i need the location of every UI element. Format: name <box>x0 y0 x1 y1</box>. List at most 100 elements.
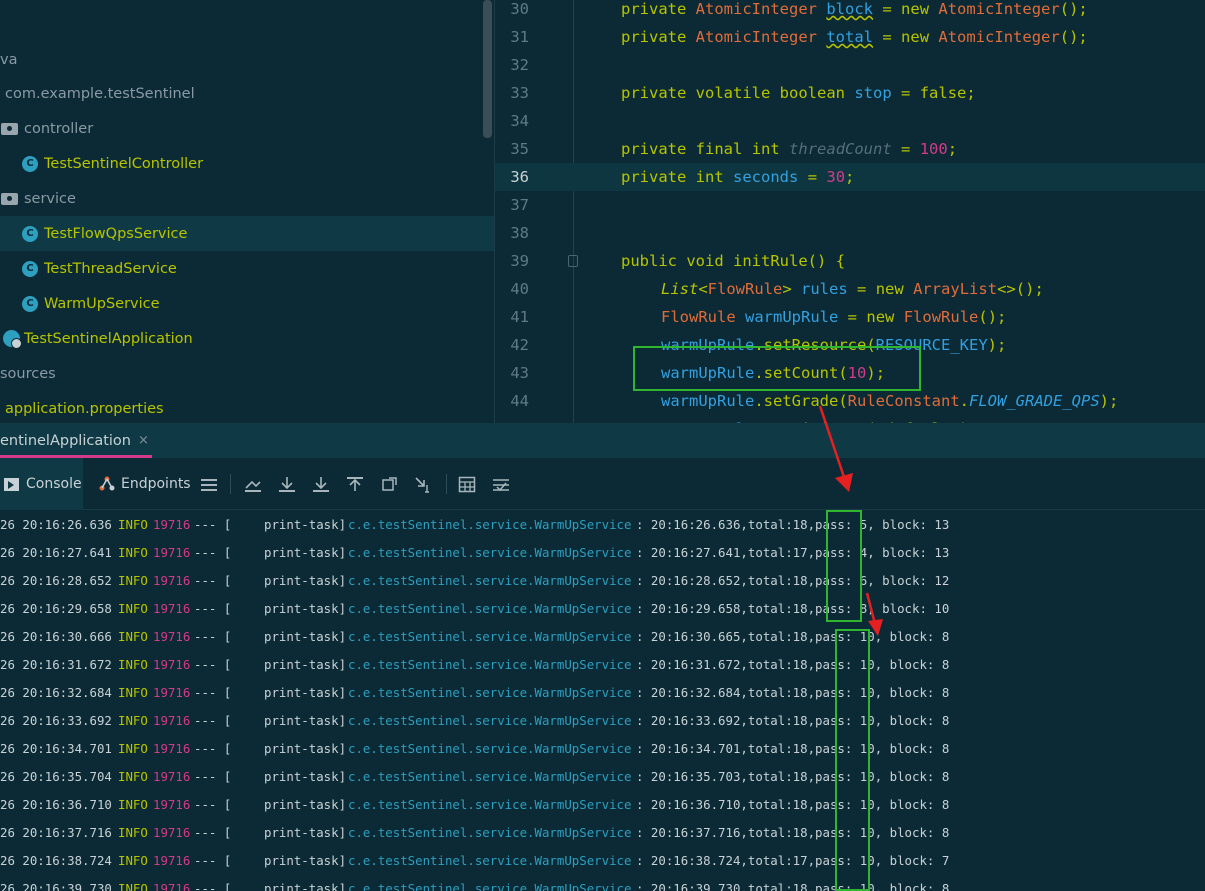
run-config-tab[interactable]: entinelApplication × <box>0 423 149 458</box>
console-icon <box>4 477 19 491</box>
close-icon[interactable]: × <box>138 433 149 448</box>
log-logger[interactable]: c.e.testSentinel.service.WarmUpService <box>348 539 631 567</box>
line-number: 44 <box>510 392 529 410</box>
tree-item-label: TestThreadService <box>44 260 177 277</box>
log-thread: print-task] <box>264 797 347 812</box>
log-level: INFO <box>118 881 148 891</box>
tree-row-warmupservice[interactable]: C WarmUpService <box>0 286 494 321</box>
log-time: 26 20:16:30.666 <box>0 629 112 644</box>
log-logger[interactable]: c.e.testSentinel.service.WarmUpService <box>348 763 631 791</box>
log-thread: print-task] <box>264 601 347 616</box>
tree-row-service-folder[interactable]: service <box>0 181 494 216</box>
up-arrow-icon[interactable] <box>346 476 364 493</box>
code-line-45[interactable]: 45 warmUpRule.setLimitApp("default"); <box>495 415 1205 423</box>
log-level: INFO <box>118 797 148 812</box>
log-logger[interactable]: c.e.testSentinel.service.WarmUpService <box>348 651 631 679</box>
log-level: INFO <box>118 741 148 756</box>
code-line-30[interactable]: 30 private AtomicInteger block = new Atom… <box>495 0 1205 23</box>
log-thread: print-task] <box>264 825 347 840</box>
code-line-41[interactable]: 41 FlowRule warmUpRule = new FlowRule(); <box>495 303 1205 331</box>
log-pid: 19716 <box>153 825 191 840</box>
tree-row-testflowqpsservice[interactable]: C TestFlowQpsService <box>0 216 494 251</box>
scroll-to-end-icon[interactable] <box>244 476 262 493</box>
code-line-37[interactable]: 37 <box>495 191 1205 219</box>
log-level: INFO <box>118 601 148 616</box>
tree-row-resources[interactable]: sources <box>0 356 494 391</box>
log-msg: : 20:16:32.684,total:18,pass: 10, block:… <box>636 685 950 700</box>
tree-row-java[interactable]: va <box>0 42 494 77</box>
log-msg: : 20:16:27.641,total:17,pass: 4, block: … <box>636 545 950 560</box>
tree-row-package[interactable]: com.example.testSentinel <box>0 76 494 111</box>
log-sep: --- [ <box>194 685 232 700</box>
line-number: 32 <box>510 56 529 74</box>
log-msg: : 20:16:35.703,total:18,pass: 10, block:… <box>636 769 950 784</box>
tab-console[interactable]: Console <box>0 458 83 510</box>
log-thread: print-task] <box>264 741 347 756</box>
annotation-box-pass-rampup <box>826 510 862 622</box>
tab-console-label: Console <box>26 476 82 492</box>
tree-row-testthreadservice[interactable]: C TestThreadService <box>0 251 494 286</box>
line-number: 38 <box>510 224 529 242</box>
log-thread: print-task] <box>264 713 347 728</box>
code-line-39[interactable]: 39 public void initRule() { <box>495 247 1205 275</box>
code-text: private int seconds = 30; <box>621 168 855 186</box>
tab-endpoints[interactable]: Endpoints <box>98 458 191 510</box>
code-line-31[interactable]: 31 private AtomicInteger total = new Atom… <box>495 23 1205 51</box>
menu-icon[interactable] <box>200 476 218 493</box>
log-logger[interactable]: c.e.testSentinel.service.WarmUpService <box>348 623 631 651</box>
console-output[interactable]: 26 20:16:26.636 INFO 19716 --- [print-task]… <box>0 511 1205 891</box>
code-line-36[interactable]: 36 private int seconds = 30; <box>495 163 1205 191</box>
log-logger[interactable]: c.e.testSentinel.service.WarmUpService <box>348 595 631 623</box>
code-text: private final int threadCount = 100; <box>621 140 958 158</box>
log-msg: : 20:16:36.710,total:18,pass: 10, block:… <box>636 797 950 812</box>
move-cursor-icon[interactable] <box>414 476 432 493</box>
log-time: 26 20:16:35.704 <box>0 769 112 784</box>
down-arrow-icon[interactable] <box>312 476 330 493</box>
code-line-38[interactable]: 38 <box>495 219 1205 247</box>
restore-layout-icon[interactable] <box>380 476 398 493</box>
log-time: 26 20:16:39.730 <box>0 881 112 891</box>
code-line-35[interactable]: 35 private final int threadCount = 100; <box>495 135 1205 163</box>
log-thread: print-task] <box>264 629 347 644</box>
log-sep: --- [ <box>194 825 232 840</box>
table-icon[interactable] <box>458 476 476 493</box>
log-logger[interactable]: c.e.testSentinel.service.WarmUpService <box>348 875 631 891</box>
download-icon[interactable] <box>278 476 296 493</box>
log-logger[interactable]: c.e.testSentinel.service.WarmUpService <box>348 567 631 595</box>
log-line: 26 20:16:35.704 INFO 19716 --- [print-task]… <box>0 763 1205 791</box>
tree-row-application-properties[interactable]: application.properties <box>0 391 494 423</box>
code-line-44[interactable]: 44 warmUpRule.setGrade(RuleConstant.FLOW_… <box>495 387 1205 415</box>
line-number: 42 <box>510 336 529 354</box>
log-level: INFO <box>118 825 148 840</box>
code-line-32[interactable]: 32 <box>495 51 1205 79</box>
log-logger[interactable]: c.e.testSentinel.service.WarmUpService <box>348 679 631 707</box>
log-sep: --- [ <box>194 769 232 784</box>
log-pid: 19716 <box>153 853 191 868</box>
code-line-33[interactable]: 33 private volatile boolean stop = false; <box>495 79 1205 107</box>
tree-row-controller-folder[interactable]: controller <box>0 111 494 146</box>
tree-item-label: application.properties <box>5 400 164 417</box>
tree-row-testsentinelcontroller[interactable]: C TestSentinelController <box>0 146 494 181</box>
fold-marker-icon[interactable] <box>568 255 578 267</box>
log-msg: : 20:16:39.730,total:18,pass: 10, block:… <box>636 881 950 891</box>
code-line-40[interactable]: 40 List<FlowRule> rules = new ArrayList<>… <box>495 275 1205 303</box>
code-text: private AtomicInteger block = new Atomic… <box>621 0 1088 18</box>
tree-item-label: TestSentinelController <box>44 155 204 172</box>
tree-row-testsentinelapplication[interactable]: TestSentinelApplication <box>0 321 494 356</box>
log-logger[interactable]: c.e.testSentinel.service.WarmUpService <box>348 707 631 735</box>
log-line: 26 20:16:26.636 INFO 19716 --- [print-task]… <box>0 511 1205 539</box>
tab-endpoints-label: Endpoints <box>121 476 191 492</box>
log-logger[interactable]: c.e.testSentinel.service.WarmUpService <box>348 511 631 539</box>
line-number: 30 <box>510 0 529 18</box>
code-line-34[interactable]: 34 <box>495 107 1205 135</box>
log-time: 26 20:16:29.658 <box>0 601 112 616</box>
log-logger[interactable]: c.e.testSentinel.service.WarmUpService <box>348 735 631 763</box>
log-pid: 19716 <box>153 545 191 560</box>
log-logger[interactable]: c.e.testSentinel.service.WarmUpService <box>348 819 631 847</box>
tree-scrollbar[interactable] <box>483 0 492 138</box>
filter-settings-icon[interactable] <box>492 476 510 493</box>
log-sep: --- [ <box>194 881 232 891</box>
log-logger[interactable]: c.e.testSentinel.service.WarmUpService <box>348 847 631 875</box>
toolbar-separator <box>230 474 231 494</box>
log-logger[interactable]: c.e.testSentinel.service.WarmUpService <box>348 791 631 819</box>
